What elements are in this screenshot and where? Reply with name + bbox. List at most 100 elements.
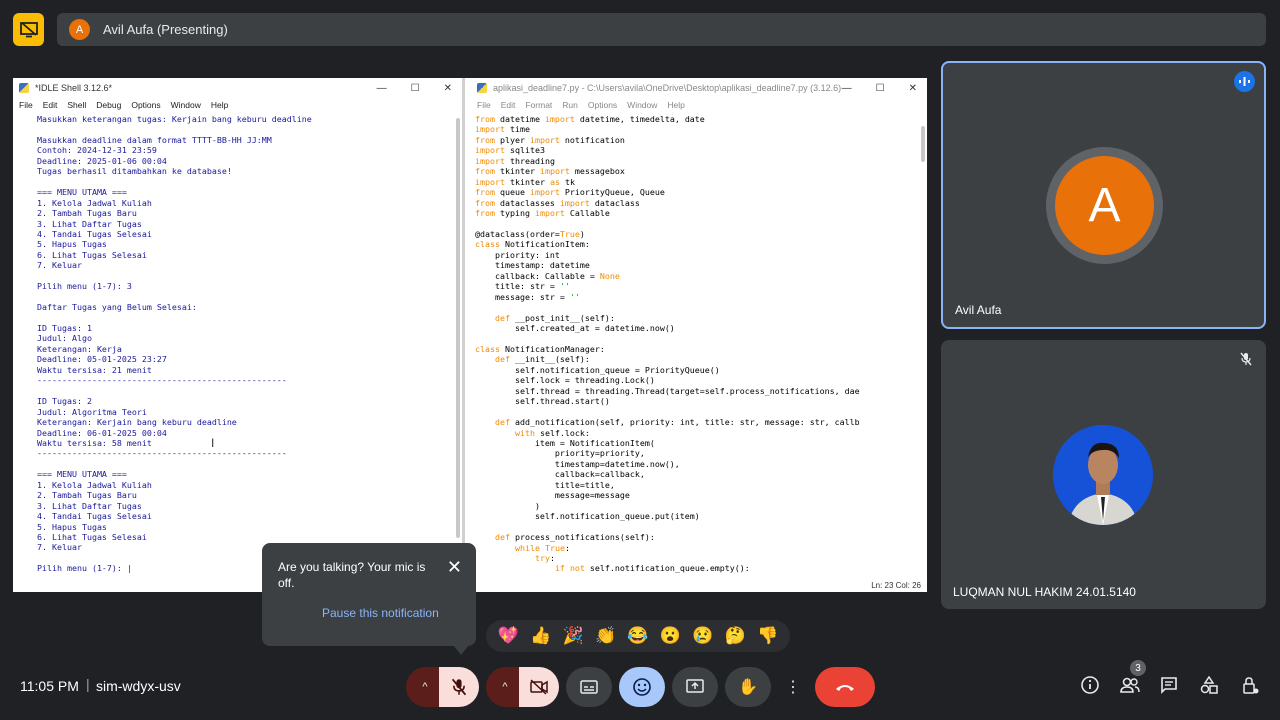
shell-menu-debug[interactable]: Debug — [96, 100, 121, 110]
close-icon[interactable]: ✕ — [444, 83, 452, 94]
meeting-details-icon[interactable] — [1081, 676, 1099, 699]
shell-line: Pilih menu (1-7): 3 — [37, 281, 132, 292]
editor-menu-file[interactable]: File — [477, 100, 491, 110]
participant-tile-avil[interactable]: A Avil Aufa — [941, 61, 1266, 329]
shell-line: Contoh: 2024-12-31 23:59 — [37, 145, 157, 156]
close-icon[interactable]: ✕ — [447, 557, 462, 578]
shell-menu-file[interactable]: File — [19, 100, 33, 110]
editor-line: self.created_at = datetime.now() — [475, 323, 675, 334]
camera-toggle-button[interactable] — [519, 667, 559, 707]
activities-icon[interactable] — [1200, 675, 1218, 699]
editor-line: self.notification_queue = PriorityQueue(… — [475, 364, 720, 375]
editor-line: from dataclasses import dataclass — [475, 197, 640, 208]
editor-menu-format[interactable]: Format — [525, 100, 552, 110]
python-icon — [19, 83, 29, 93]
editor-menubar: File Edit Format Run Options Window Help — [471, 98, 927, 112]
emoji-icon — [633, 678, 651, 696]
reaction-thinking[interactable]: 🤔 — [725, 626, 746, 646]
notification-text: Are you talking? Your mic is off. — [278, 560, 426, 590]
participant-name: LUQMAN NUL HAKIM 24.01.5140 — [953, 585, 1136, 599]
shell-line: 1. Kelola Jadwal Kuliah — [37, 197, 152, 208]
shell-scrollbar[interactable] — [456, 118, 460, 538]
reaction-thumbs-up[interactable]: 👍 — [530, 626, 551, 646]
present-button[interactable] — [672, 667, 718, 707]
idle-shell-window: *IDLE Shell 3.12.6* — ☐ ✕ File Edit Shell Deb… — [13, 78, 465, 592]
leave-call-button[interactable] — [815, 667, 875, 707]
shell-line: 3. Lihat Daftar Tugas — [37, 218, 142, 229]
editor-line: from tkinter import messagebox — [475, 166, 625, 177]
shell-line: Keterangan: Kerjain bang keburu deadline — [37, 417, 237, 428]
minimize-icon[interactable]: — — [377, 83, 387, 94]
raise-hand-button[interactable]: ✋ — [725, 667, 771, 707]
editor-menu-help[interactable]: Help — [667, 100, 684, 110]
shell-menu-options[interactable]: Options — [131, 100, 160, 110]
editor-line: if not self.notification_queue.empty(): — [554, 563, 750, 574]
shell-line: Keterangan: Kerja — [37, 343, 122, 354]
editor-line: def add_notification(self, priority: int… — [494, 417, 860, 428]
pause-notification-button[interactable]: Pause this notification — [322, 606, 439, 620]
shell-menu-window[interactable]: Window — [171, 100, 201, 110]
camera-off-icon — [530, 679, 548, 695]
host-controls-icon[interactable] — [1241, 676, 1259, 699]
editor-line: priority=priority, — [475, 448, 645, 459]
shell-line: Waktu tersisa: 58 menit — [37, 437, 152, 448]
shell-line: ID Tugas: 1 — [37, 322, 92, 333]
more-options-button[interactable]: ⋮ — [778, 667, 808, 707]
editor-menu-edit[interactable]: Edit — [501, 100, 516, 110]
reaction-laughing[interactable]: 😂 — [627, 626, 648, 646]
mic-toggle-button[interactable] — [439, 667, 479, 707]
mic-off-notification: Are you talking? Your mic is off. ✕ Paus… — [262, 543, 476, 646]
shell-menu-shell[interactable]: Shell — [67, 100, 86, 110]
editor-scrollbar[interactable] — [921, 126, 925, 162]
participant-photo — [1053, 425, 1153, 525]
editor-titlebar: aplikasi_deadline7.py - C:\Users\avila\O… — [471, 78, 927, 98]
editor-menu-options[interactable]: Options — [588, 100, 617, 110]
reaction-clapping[interactable]: 👏 — [595, 626, 616, 646]
editor-line: def __post_init__(self): — [494, 312, 615, 323]
reaction-sad[interactable]: 😢 — [692, 626, 713, 646]
editor-menu-run[interactable]: Run — [562, 100, 578, 110]
shell-menu-help[interactable]: Help — [211, 100, 228, 110]
editor-line: try: — [534, 552, 555, 563]
reaction-party-popper[interactable]: 🎉 — [563, 626, 584, 646]
editor-line: from datetime import datetime, timedelta… — [475, 114, 705, 124]
reaction-surprised[interactable]: 😮 — [660, 626, 681, 646]
close-icon[interactable]: ✕ — [909, 83, 917, 94]
participant-tile-luqman[interactable]: LUQMAN NUL HAKIM 24.01.5140 — [941, 340, 1266, 609]
chat-icon[interactable] — [1160, 676, 1178, 699]
editor-line: import sqlite3 — [475, 145, 545, 156]
editor-line: import tkinter as tk — [475, 176, 575, 187]
people-icon[interactable] — [1120, 676, 1140, 699]
reaction-thumbs-down[interactable]: 👎 — [757, 626, 778, 646]
stop-presenting-icon[interactable] — [13, 13, 44, 46]
editor-menu-window[interactable]: Window — [627, 100, 657, 110]
shell-menu-edit[interactable]: Edit — [43, 100, 58, 110]
shell-output[interactable]: Masukkan keterangan tugas: Kerjain bang … — [13, 112, 462, 574]
shell-line: 7. Keluar — [37, 260, 82, 271]
editor-line: from plyer import notification — [475, 134, 625, 145]
maximize-icon[interactable]: ☐ — [876, 83, 885, 94]
chevron-up-icon: ^ — [502, 681, 508, 693]
shell-line: Waktu tersisa: 21 menit — [37, 364, 152, 375]
minimize-icon[interactable]: — — [842, 83, 852, 94]
shell-line: ----------------------------------------… — [37, 375, 287, 386]
mic-off-icon — [1240, 352, 1252, 369]
shell-line: 5. Hapus Tugas — [37, 239, 107, 250]
shell-line: 3. Lihat Daftar Tugas — [37, 500, 142, 511]
shell-line: 2. Tambah Tugas Baru — [37, 490, 137, 501]
reactions-button[interactable] — [619, 667, 665, 707]
shell-line: ID Tugas: 2 — [37, 396, 92, 407]
more-vert-icon: ⋮ — [785, 679, 801, 696]
hand-icon: ✋ — [738, 679, 758, 696]
maximize-icon[interactable]: ☐ — [411, 83, 420, 94]
captions-button[interactable] — [566, 667, 612, 707]
editor-code[interactable]: from datetime import datetime, timedelta… — [471, 112, 927, 574]
reaction-sparkling-heart[interactable]: 💖 — [498, 626, 519, 646]
